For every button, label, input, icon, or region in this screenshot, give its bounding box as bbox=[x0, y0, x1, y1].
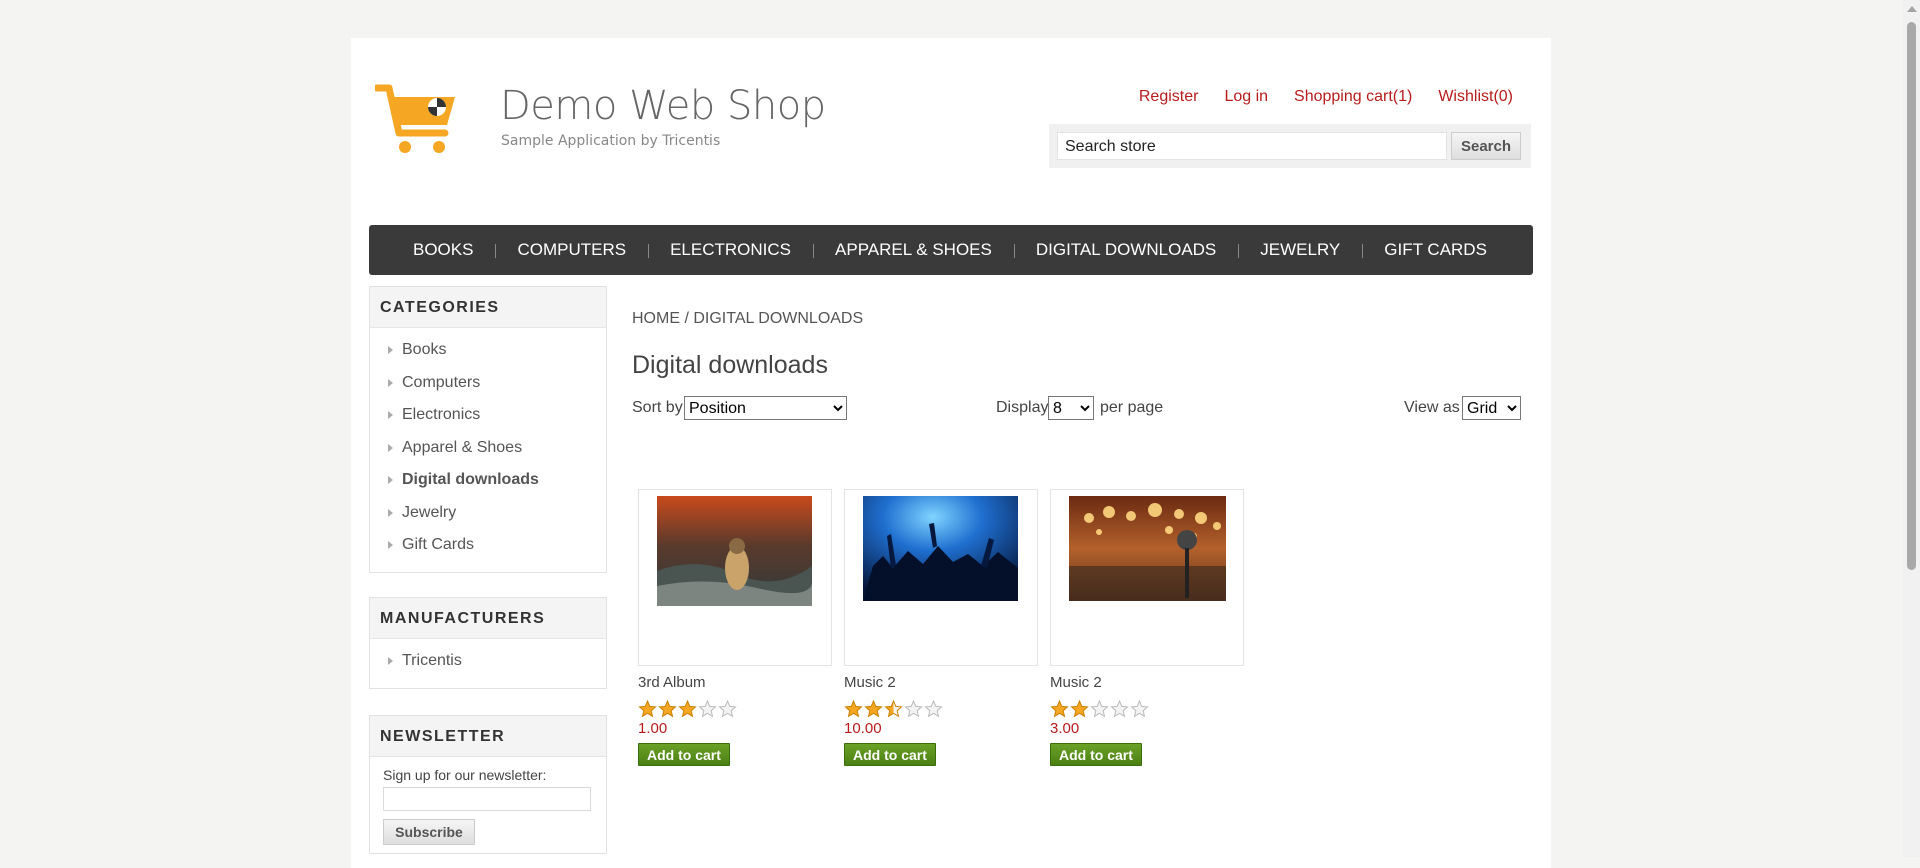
product-selectors: Sort by Position Display 8 per page View… bbox=[632, 396, 1522, 422]
view-as-label: View as bbox=[1404, 399, 1460, 416]
product-price: 10.00 bbox=[844, 720, 882, 737]
menu-item-apparel-shoes[interactable]: APPAREL & SHOES bbox=[813, 240, 1014, 260]
star-icon bbox=[718, 700, 737, 718]
sort-by-select[interactable]: Position bbox=[684, 396, 847, 420]
product-price: 1.00 bbox=[638, 720, 668, 737]
category-apparel-shoes[interactable]: Apparel & Shoes bbox=[370, 432, 606, 465]
star-icon bbox=[1110, 700, 1129, 718]
breadcrumb: HOME / DIGITAL DOWNLOADS bbox=[632, 310, 863, 328]
product-rating bbox=[844, 700, 1038, 718]
add-to-cart-button[interactable]: Add to cart bbox=[844, 743, 936, 766]
newsletter-title: NEWSLETTER bbox=[370, 716, 606, 757]
menu-item-books[interactable]: BOOKS bbox=[391, 240, 495, 260]
manufacturers-title: MANUFACTURERS bbox=[370, 598, 606, 639]
wishlist-link[interactable]: Wishlist(0) bbox=[1438, 88, 1513, 106]
categories-title: CATEGORIES bbox=[370, 287, 606, 328]
star-icon bbox=[844, 700, 863, 718]
view-mode-select[interactable]: Grid bbox=[1462, 396, 1521, 420]
menu-item-electronics[interactable]: ELECTRONICS bbox=[648, 240, 813, 260]
category-electronics[interactable]: Electronics bbox=[370, 399, 606, 432]
menu-item-digital-downloads[interactable]: DIGITAL DOWNLOADS bbox=[1013, 240, 1238, 260]
star-icon bbox=[864, 700, 883, 718]
product-picture[interactable] bbox=[638, 489, 832, 666]
scrollbar-thumb[interactable] bbox=[1907, 22, 1916, 570]
shopping-cart-link[interactable]: Shopping cart(1) bbox=[1294, 88, 1412, 106]
logo-title: Demo Web Shop bbox=[500, 83, 826, 129]
product-title[interactable]: 3rd Album bbox=[638, 674, 832, 691]
product-picture[interactable] bbox=[1050, 489, 1244, 666]
page-scrollbar[interactable] bbox=[1903, 0, 1920, 857]
page-size-select[interactable]: 8 bbox=[1048, 396, 1094, 420]
scroll-up-arrow-icon[interactable] bbox=[1907, 6, 1917, 12]
star-icon bbox=[904, 700, 923, 718]
star-icon bbox=[638, 700, 657, 718]
product-item: Music 2 10.00 Add to cart bbox=[844, 489, 1038, 766]
category-digital-downloads[interactable]: Digital downloads bbox=[370, 464, 606, 497]
display-label: Display bbox=[996, 399, 1049, 416]
star-icon bbox=[658, 700, 677, 718]
site-logo[interactable]: Demo Web Shop Sample Application by Tric… bbox=[375, 83, 826, 163]
star-icon bbox=[698, 700, 717, 718]
menu-item-jewelry[interactable]: JEWELRY bbox=[1238, 240, 1362, 260]
add-to-cart-button[interactable]: Add to cart bbox=[1050, 743, 1142, 766]
product-title[interactable]: Music 2 bbox=[844, 674, 1038, 691]
product-image-concert-crowd bbox=[863, 496, 1018, 601]
shopping-cart-logo-icon bbox=[375, 84, 455, 153]
star-icon bbox=[1130, 700, 1149, 718]
category-books[interactable]: Books bbox=[370, 334, 606, 367]
search-button[interactable]: Search bbox=[1451, 132, 1521, 160]
page-container: Demo Web Shop Sample Application by Tric… bbox=[351, 38, 1551, 868]
categories-block: CATEGORIES Books Computers Electronics A… bbox=[369, 286, 607, 573]
add-to-cart-button[interactable]: Add to cart bbox=[638, 743, 730, 766]
product-image-stage-microphone bbox=[1069, 496, 1226, 601]
manufacturers-block: MANUFACTURERS Tricentis bbox=[369, 597, 607, 689]
product-rating bbox=[638, 700, 832, 718]
manufacturer-tricentis[interactable]: Tricentis bbox=[370, 645, 606, 678]
product-price: 3.00 bbox=[1050, 720, 1080, 737]
newsletter-block: NEWSLETTER Sign up for our newsletter: S… bbox=[369, 715, 607, 854]
page-title: Digital downloads bbox=[632, 351, 828, 379]
breadcrumb-separator: / bbox=[684, 310, 689, 327]
star-icon bbox=[1070, 700, 1089, 718]
product-item: Music 2 3.00 Add to cart bbox=[1050, 489, 1244, 766]
product-item: 3rd Album 1.00 Add to cart bbox=[638, 489, 832, 766]
search-input[interactable]: Search store bbox=[1057, 132, 1447, 160]
top-menu: BOOKS COMPUTERS ELECTRONICS APPAREL & SH… bbox=[369, 225, 1533, 275]
star-icon bbox=[884, 700, 903, 718]
category-computers[interactable]: Computers bbox=[370, 367, 606, 400]
menu-item-gift-cards[interactable]: GIFT CARDS bbox=[1362, 240, 1509, 260]
product-title[interactable]: Music 2 bbox=[1050, 674, 1244, 691]
menu-item-computers[interactable]: COMPUTERS bbox=[495, 240, 648, 260]
login-link[interactable]: Log in bbox=[1224, 88, 1268, 106]
star-icon bbox=[1050, 700, 1069, 718]
product-picture[interactable] bbox=[844, 489, 1038, 666]
newsletter-label: Sign up for our newsletter: bbox=[383, 767, 547, 783]
header-links: Register Log in Shopping cart(1) Wishlis… bbox=[1139, 88, 1513, 106]
subscribe-button[interactable]: Subscribe bbox=[383, 819, 475, 845]
logo-subtitle: Sample Application by Tricentis bbox=[501, 133, 721, 149]
newsletter-email-input[interactable] bbox=[383, 787, 591, 811]
register-link[interactable]: Register bbox=[1139, 88, 1199, 106]
sort-by-label: Sort by bbox=[632, 399, 683, 416]
star-icon bbox=[924, 700, 943, 718]
star-icon bbox=[1090, 700, 1109, 718]
star-icon bbox=[678, 700, 697, 718]
category-gift-cards[interactable]: Gift Cards bbox=[370, 529, 606, 562]
breadcrumb-current: DIGITAL DOWNLOADS bbox=[693, 310, 864, 327]
search-box: Search store Search bbox=[1049, 124, 1531, 168]
product-rating bbox=[1050, 700, 1244, 718]
per-page-label: per page bbox=[1100, 399, 1164, 416]
category-jewelry[interactable]: Jewelry bbox=[370, 497, 606, 530]
breadcrumb-home[interactable]: HOME bbox=[632, 310, 680, 327]
product-image-storm-sea bbox=[657, 496, 812, 606]
